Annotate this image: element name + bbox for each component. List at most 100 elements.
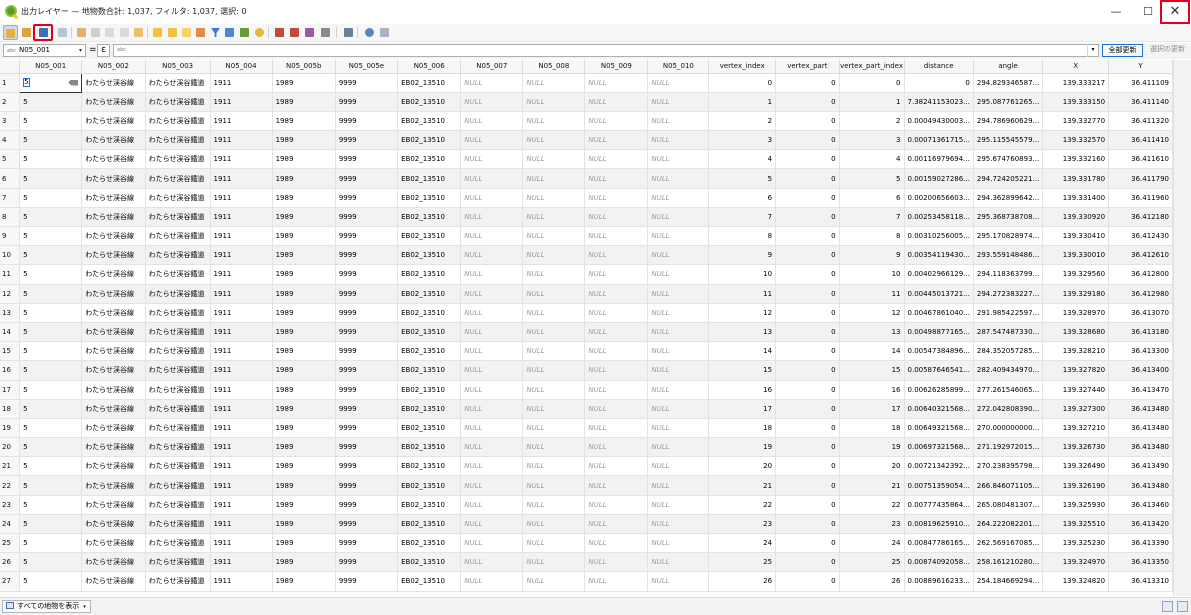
table-cell[interactable]: 294.829346587... (973, 73, 1044, 93)
table-cell[interactable]: わたらせ渓谷鐵道 (145, 92, 211, 112)
table-cell[interactable]: 5 (19, 284, 83, 304)
table-cell[interactable]: わたらせ渓谷鐵道 (145, 437, 211, 458)
row-header[interactable]: 23 (0, 495, 21, 515)
table-cell[interactable]: 9999 (335, 264, 399, 285)
null-cell[interactable]: NULL (584, 437, 649, 458)
table-cell[interactable]: 36.412430 (1108, 226, 1173, 247)
table-cell[interactable]: わたらせ渓谷線 (81, 399, 146, 419)
table-cell[interactable]: わたらせ渓谷鐵道 (145, 264, 211, 285)
table-cell[interactable]: 0 (839, 73, 905, 93)
table-cell[interactable]: わたらせ渓谷鐵道 (145, 188, 211, 208)
table-cell[interactable]: 284.352057285... (973, 341, 1044, 362)
table-cell[interactable]: 282.409434970... (973, 360, 1044, 381)
row-header[interactable]: 27 (0, 571, 21, 592)
null-cell[interactable]: NULL (460, 226, 524, 247)
null-cell[interactable]: NULL (460, 418, 524, 439)
column-header[interactable]: N05_007 (460, 60, 524, 74)
table-cell[interactable]: 1911 (210, 360, 273, 381)
table-cell[interactable]: 1989 (272, 245, 336, 266)
table-cell[interactable]: わたらせ渓谷鐵道 (145, 533, 211, 554)
table-cell[interactable]: 139.330410 (1042, 226, 1110, 247)
table-cell[interactable]: 1989 (272, 130, 336, 151)
table-cell[interactable]: 1911 (210, 437, 273, 458)
table-cell[interactable]: 5 (19, 168, 83, 189)
table-cell[interactable]: わたらせ渓谷鐵道 (145, 149, 211, 170)
table-cell[interactable]: 1911 (210, 533, 273, 554)
table-cell[interactable]: 1911 (210, 495, 273, 515)
table-cell[interactable]: わたらせ渓谷線 (81, 168, 146, 189)
table-cell[interactable]: 23 (839, 514, 905, 535)
null-cell[interactable]: NULL (460, 207, 524, 228)
null-cell[interactable]: NULL (647, 111, 710, 132)
table-cell[interactable]: わたらせ渓谷線 (81, 533, 146, 554)
table-cell[interactable]: 1911 (210, 399, 273, 419)
editing-cell[interactable]: 5 (19, 72, 83, 93)
null-cell[interactable]: NULL (460, 303, 524, 323)
null-cell[interactable]: NULL (647, 533, 710, 554)
table-cell[interactable]: 0.00159027286... (904, 168, 974, 189)
null-cell[interactable]: NULL (584, 418, 649, 439)
table-row[interactable]: 15 5 わたらせ渓谷線 わたらせ渓谷鐵道 1911 1989 9999 EB02_13510… (0, 341, 1173, 362)
table-cell[interactable]: 1911 (210, 418, 273, 439)
null-cell[interactable]: NULL (647, 92, 710, 112)
table-cell[interactable]: 9999 (335, 571, 399, 592)
table-row[interactable]: 23 5 わたらせ渓谷線 わたらせ渓谷鐵道 1911 1989 9999 EB02_13510… (0, 495, 1173, 515)
table-cell[interactable]: EB02_13510 (397, 341, 462, 362)
table-cell[interactable]: 0 (775, 73, 840, 93)
table-cell[interactable]: 14 (839, 341, 905, 362)
expression-input[interactable]: abc (113, 44, 1099, 57)
table-cell[interactable]: 0 (775, 380, 840, 400)
table-cell[interactable]: 1911 (210, 322, 273, 343)
table-cell[interactable]: 5 (19, 399, 83, 419)
table-cell[interactable]: 139.324820 (1042, 571, 1110, 592)
null-cell[interactable]: NULL (460, 264, 524, 285)
table-cell[interactable]: 1911 (210, 92, 273, 112)
table-cell[interactable]: 0.00071361715... (904, 130, 974, 151)
table-row[interactable]: 1 5 わたらせ渓谷線 わたらせ渓谷鐵道 1911 1989 9999 EB02_13510 N… (0, 72, 1173, 93)
table-cell[interactable]: 26 (839, 571, 905, 592)
table-cell[interactable]: わたらせ渓谷線 (81, 130, 146, 151)
table-cell[interactable]: 36.413480 (1108, 475, 1173, 496)
table-cell[interactable]: 9999 (335, 418, 399, 439)
table-cell[interactable]: 7.38241153023... (904, 92, 974, 112)
table-cell[interactable]: 1989 (272, 418, 336, 439)
row-header[interactable]: 16 (0, 360, 21, 381)
table-row[interactable]: 5 5 わたらせ渓谷線 わたらせ渓谷鐵道 1911 1989 9999 EB02_13510 N… (0, 149, 1173, 170)
column-header[interactable]: N05_001 (19, 60, 83, 74)
table-cell[interactable]: 0 (775, 341, 840, 362)
filter-selected-icon[interactable] (208, 25, 223, 40)
table-cell[interactable]: 295.170828974... (973, 226, 1044, 247)
table-cell[interactable]: 1911 (210, 130, 273, 151)
table-cell[interactable]: 15 (839, 360, 905, 381)
table-row[interactable]: 4 5 わたらせ渓谷線 わたらせ渓谷鐵道 1911 1989 9999 EB02_13510 N… (0, 130, 1173, 151)
actions-icon[interactable] (341, 25, 356, 40)
expression-select-icon[interactable] (150, 25, 165, 40)
table-cell[interactable]: 0.00697321568... (904, 437, 974, 458)
table-cell[interactable]: 18 (708, 418, 777, 439)
table-cell[interactable]: 0 (775, 92, 840, 112)
null-cell[interactable]: NULL (460, 514, 524, 535)
null-cell[interactable]: NULL (647, 475, 710, 496)
table-cell[interactable]: 1911 (210, 207, 273, 228)
copy-icon[interactable] (117, 25, 132, 40)
close-button[interactable]: ✕ (1160, 0, 1190, 24)
null-cell[interactable]: NULL (522, 456, 586, 477)
table-cell[interactable]: EB02_13510 (397, 168, 462, 189)
table-cell[interactable]: 1989 (272, 514, 336, 535)
table-cell[interactable]: 9999 (335, 245, 399, 266)
table-cell[interactable]: EB02_13510 (397, 533, 462, 554)
table-cell[interactable]: 5 (19, 571, 83, 592)
null-cell[interactable]: NULL (584, 168, 649, 189)
table-row[interactable]: 27 5 わたらせ渓谷線 わたらせ渓谷鐵道 1911 1989 9999 EB02_13510… (0, 571, 1173, 592)
table-cell[interactable]: 24 (839, 533, 905, 554)
null-cell[interactable]: NULL (647, 264, 710, 285)
table-cell[interactable]: 1911 (210, 149, 273, 170)
table-cell[interactable]: わたらせ渓谷線 (81, 514, 146, 535)
null-cell[interactable]: NULL (584, 130, 649, 151)
table-row[interactable]: 22 5 わたらせ渓谷線 わたらせ渓谷鐵道 1911 1989 9999 EB02_13510… (0, 475, 1173, 496)
table-row[interactable]: 11 5 わたらせ渓谷線 わたらせ渓谷鐵道 1911 1989 9999 EB02_13510… (0, 264, 1173, 285)
table-cell[interactable]: 11 (708, 284, 777, 304)
table-cell[interactable]: 291.985422597... (973, 303, 1044, 323)
table-cell[interactable]: 0.00200656603... (904, 188, 974, 208)
table-cell[interactable]: 9999 (335, 399, 399, 419)
